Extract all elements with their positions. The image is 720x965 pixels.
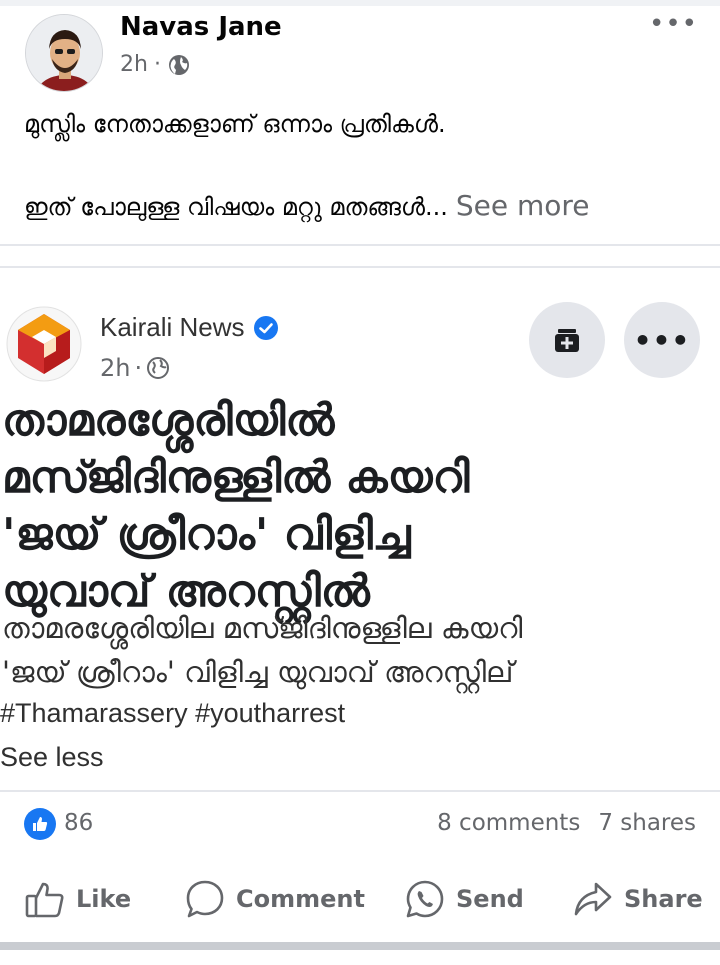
post-meta: 2h · xyxy=(120,52,191,77)
meta-separator: · xyxy=(134,354,143,382)
comment-label: Comment xyxy=(236,885,365,913)
divider xyxy=(0,790,720,792)
action-bar: Like Comment Send Share xyxy=(0,868,720,930)
shared-meta: 2h · xyxy=(100,354,170,382)
add-to-collection-icon xyxy=(555,329,579,352)
like-count[interactable]: 86 xyxy=(64,810,93,836)
hashtags[interactable]: #Thamarassery #youtharrest xyxy=(0,698,345,729)
post-text-line: ഇത് പോലുള്ള വിഷയം മറ്റു മതങ്ങൾ... See mo… xyxy=(24,188,704,225)
shared-time: 2h xyxy=(100,354,131,382)
subhead-line: 'ജയ് ശ്രീറാം' വിളിച്ച യുവാവ് അറസ്റ്റില് xyxy=(2,655,514,689)
see-less-link[interactable]: See less xyxy=(0,742,104,773)
verified-badge-icon xyxy=(253,315,279,341)
share-label: Share xyxy=(624,885,703,913)
shares-count[interactable]: 7 shares xyxy=(598,810,696,836)
comment-button[interactable]: Comment xyxy=(184,878,365,920)
whatsapp-icon xyxy=(406,880,444,918)
send-label: Send xyxy=(456,885,524,913)
comments-count[interactable]: 8 comments xyxy=(437,810,580,836)
meta-separator: · xyxy=(153,52,161,77)
reactions-summary: 86 8 comments 7 shares xyxy=(0,800,720,850)
headline-line: 'ജയ് ശ്രീറാം' വിളിച്ച xyxy=(2,509,411,560)
post-options-icon[interactable]: ••• xyxy=(649,11,698,37)
shared-options-button[interactable]: ••• xyxy=(624,302,700,378)
author-name[interactable]: Navas Jane xyxy=(120,12,282,42)
globe-icon xyxy=(146,356,170,380)
share-arrow-icon xyxy=(574,882,612,916)
bottom-separator xyxy=(0,942,720,950)
avatar[interactable] xyxy=(25,14,103,92)
headline-line: മസ്ജിദിനുള്ളിൽ കയറി xyxy=(2,452,470,503)
subhead-line: താമരശ്ശേരിയില മസ്ജിദിനുള്ളില കയറി xyxy=(2,611,523,645)
post-header: Navas Jane 2h · ••• xyxy=(0,6,720,96)
like-reaction-icon[interactable] xyxy=(24,808,56,840)
post-time[interactable]: 2h xyxy=(120,52,148,77)
comment-bubble-icon xyxy=(186,880,224,918)
page-name[interactable]: Kairali News xyxy=(100,312,279,343)
post-text-line: മുസ്ലിം നേതാക്കളാണ് ഒന്നാം പ്രതികൾ. xyxy=(24,110,446,138)
post-text: മുസ്ലിം നേതാക്കളാണ് ഒന്നാം പ്രതികൾ. ഇത് … xyxy=(24,106,704,225)
news-headline: താമരശ്ശേരിയിൽ മസ്ജിദിനുള്ളിൽ കയറി 'ജയ് ശ… xyxy=(2,392,718,620)
see-more-link[interactable]: See more xyxy=(456,188,590,224)
globe-icon xyxy=(167,53,191,77)
share-button[interactable]: Share xyxy=(572,879,703,919)
headline-line: താമരശ്ശേരിയിൽ xyxy=(2,395,335,446)
avatar-illustration-icon xyxy=(26,15,102,91)
divider xyxy=(0,244,720,246)
save-button[interactable] xyxy=(529,302,605,378)
news-subhead: താമരശ്ശേരിയില മസ്ജിദിനുള്ളില കയറി 'ജയ് ശ… xyxy=(2,606,718,694)
post-text-truncated: ഇത് പോലുള്ള വിഷയം മറ്റു മതങ്ങൾ... xyxy=(24,193,448,221)
like-label: Like xyxy=(76,885,132,913)
divider xyxy=(0,266,720,268)
kairali-logo xyxy=(6,306,82,382)
thumbs-up-icon xyxy=(25,882,64,918)
shared-image[interactable]: Kairali News 2h · ••• താമരശ്ശേരിയിൽ മസ്ജ… xyxy=(0,270,720,790)
like-button[interactable]: Like xyxy=(24,879,131,919)
page-name-label: Kairali News xyxy=(100,312,245,342)
engagement-counts: 8 comments 7 shares xyxy=(437,810,696,836)
send-button[interactable]: Send xyxy=(404,878,524,920)
